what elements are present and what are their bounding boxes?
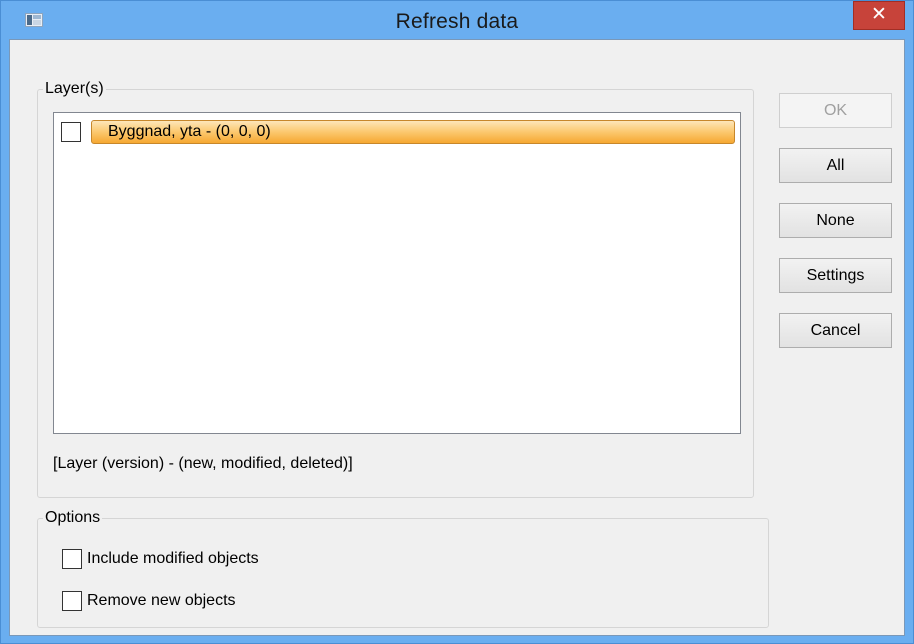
layers-listbox[interactable]: Byggnad, yta - (0, 0, 0) [53, 112, 741, 434]
close-button[interactable]: ✕ [853, 1, 905, 30]
cancel-button[interactable]: Cancel [779, 313, 892, 348]
list-item[interactable]: Byggnad, yta - (0, 0, 0) [61, 120, 736, 144]
layers-groupbox: Layer(s) Byggnad, yta - (0, 0, 0) [Layer… [37, 80, 754, 498]
layer-item-label[interactable]: Byggnad, yta - (0, 0, 0) [91, 120, 735, 144]
layer-checkbox[interactable] [61, 122, 81, 142]
ok-button[interactable]: OK [779, 93, 892, 128]
refresh-data-dialog: Refresh data ✕ Layer(s) Byggnad, yta - (… [0, 0, 914, 644]
remove-new-label[interactable]: Remove new objects [87, 592, 236, 610]
none-button[interactable]: None [779, 203, 892, 238]
settings-button[interactable]: Settings [779, 258, 892, 293]
remove-new-checkbox[interactable] [62, 591, 82, 611]
window-title: Refresh data [395, 10, 519, 33]
options-group-label: Options [43, 509, 103, 527]
all-button[interactable]: All [779, 148, 892, 183]
include-modified-checkbox[interactable] [62, 549, 82, 569]
include-modified-label[interactable]: Include modified objects [87, 550, 259, 568]
close-icon: ✕ [871, 4, 887, 25]
options-groupbox: Options Include modified objects Remove … [37, 509, 769, 628]
layer-format-legend: [Layer (version) - (new, modified, delet… [53, 455, 353, 472]
title-bar[interactable]: Refresh data ✕ [1, 1, 913, 39]
layers-group-label: Layer(s) [43, 80, 106, 98]
dialog-body: Layer(s) Byggnad, yta - (0, 0, 0) [Layer… [9, 39, 905, 636]
